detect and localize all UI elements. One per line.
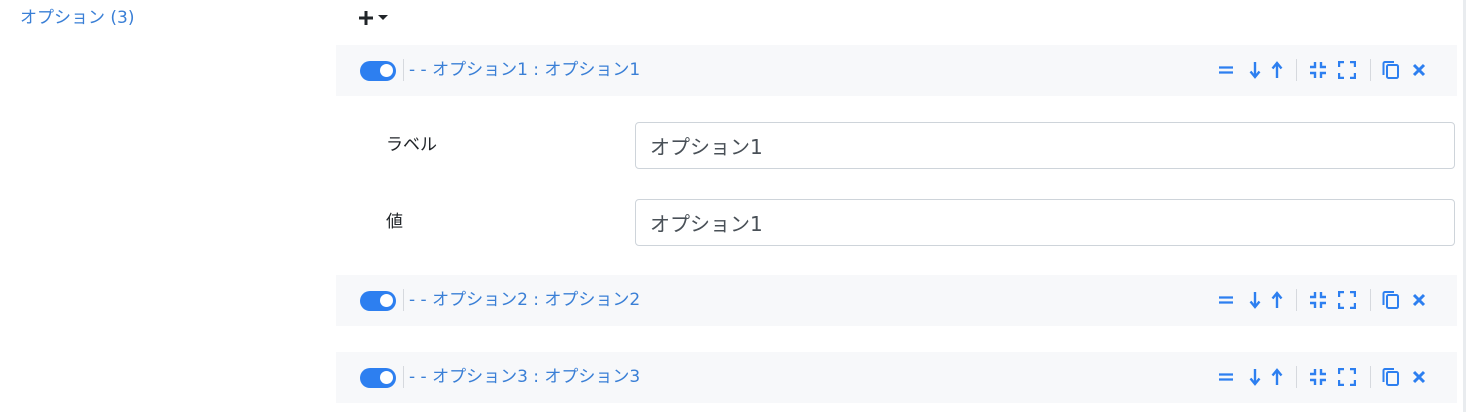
arrow-down-icon[interactable]: [1245, 288, 1265, 312]
drag-handle-icon[interactable]: [1216, 288, 1236, 312]
label-field-caption: ラベル: [386, 135, 437, 155]
arrow-up-icon[interactable]: [1267, 58, 1287, 82]
expand-icon[interactable]: [1337, 365, 1357, 389]
close-icon[interactable]: [1409, 58, 1429, 82]
option-header-3: - - オプション3 : オプション3: [336, 352, 1457, 403]
copy-icon[interactable]: [1381, 58, 1401, 82]
caret-down-icon: [378, 14, 388, 22]
option-3-title[interactable]: - - オプション3 : オプション3: [409, 365, 640, 389]
close-icon[interactable]: [1409, 288, 1429, 312]
arrow-up-icon[interactable]: [1267, 365, 1287, 389]
plus-icon: [357, 9, 375, 27]
expand-icon[interactable]: [1337, 288, 1357, 312]
options-section-title: オプション (3): [20, 8, 135, 28]
value-field-caption: 値: [386, 212, 403, 232]
label-input[interactable]: [635, 122, 1455, 169]
expand-icon[interactable]: [1337, 58, 1357, 82]
option-header-2: - - オプション2 : オプション2: [336, 275, 1457, 326]
option-header-1: - - オプション1 : オプション1: [336, 45, 1457, 96]
copy-icon[interactable]: [1381, 288, 1401, 312]
copy-icon[interactable]: [1381, 365, 1401, 389]
value-input[interactable]: [635, 199, 1455, 246]
option-2-title[interactable]: - - オプション2 : オプション2: [409, 288, 640, 312]
option-3-enable-toggle[interactable]: [360, 368, 396, 388]
arrow-down-icon[interactable]: [1245, 58, 1265, 82]
drag-handle-icon[interactable]: [1216, 365, 1236, 389]
arrow-down-icon[interactable]: [1245, 365, 1265, 389]
add-option-button[interactable]: [357, 5, 388, 31]
compress-icon[interactable]: [1308, 365, 1328, 389]
option-1-title[interactable]: - - オプション1 : オプション1: [409, 58, 640, 82]
drag-handle-icon[interactable]: [1216, 58, 1236, 82]
option-1-enable-toggle[interactable]: [360, 61, 396, 81]
option-2-enable-toggle[interactable]: [360, 291, 396, 311]
close-icon[interactable]: [1409, 365, 1429, 389]
arrow-up-icon[interactable]: [1267, 288, 1287, 312]
compress-icon[interactable]: [1308, 288, 1328, 312]
compress-icon[interactable]: [1308, 58, 1328, 82]
